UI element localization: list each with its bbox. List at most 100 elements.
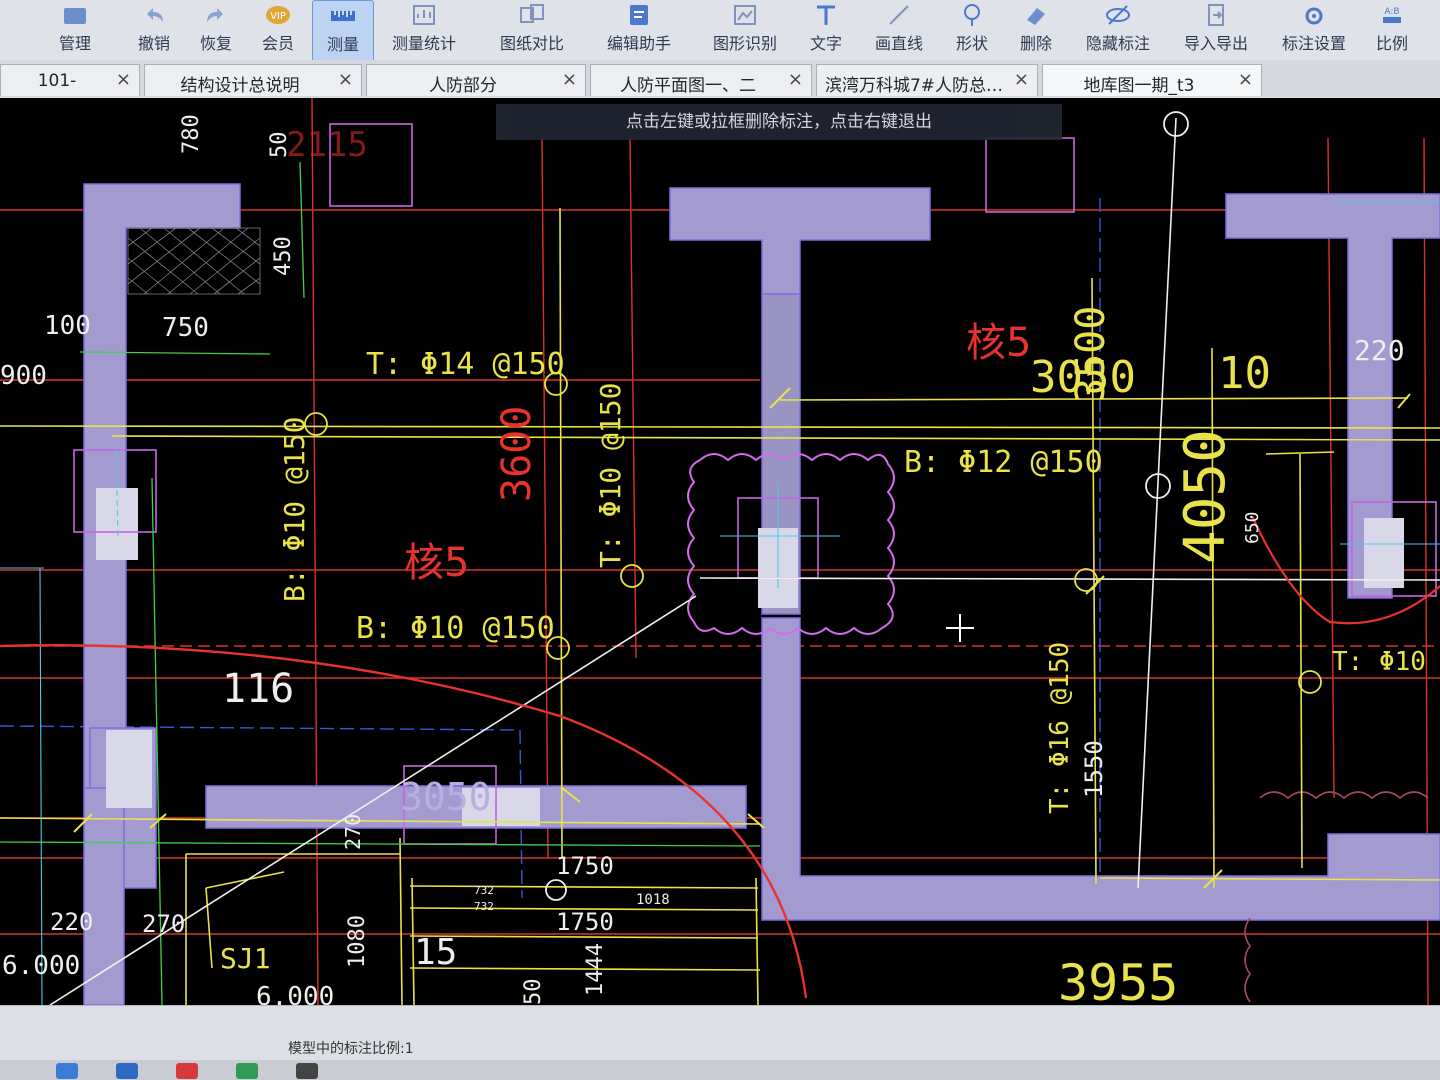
taskbar-app-icon[interactable] — [176, 1063, 198, 1079]
manage-label: 管理 — [58, 34, 91, 53]
rebar-label: T: Φ14 @150 — [366, 347, 565, 382]
vip-label: 会员 — [261, 34, 294, 53]
hide-annotation-label: 隐藏标注 — [1085, 34, 1150, 53]
import-export-label: 导入导出 — [1183, 34, 1248, 53]
edit-assistant-label: 编辑助手 — [606, 34, 671, 53]
dim-text: 270 — [341, 814, 365, 850]
dimension-labels: 780 50 450 100 750 900 116 3050 3050 175… — [0, 114, 1405, 1005]
dim-text: 1444 — [583, 943, 608, 996]
taskbar-app-icon[interactable] — [296, 1063, 318, 1079]
dim-text: 100 — [44, 311, 91, 341]
taskbar-app-icon[interactable] — [116, 1063, 138, 1079]
dim-text: 750 — [162, 313, 209, 343]
draw-line-icon — [889, 5, 909, 25]
drawing-compare-icon — [520, 4, 544, 23]
measure-icon — [331, 11, 355, 21]
dim-text: 1750 — [556, 852, 614, 880]
redo-button[interactable]: 恢复 — [188, 0, 244, 60]
dim-text: 450 — [271, 236, 296, 276]
import-export-button[interactable]: 导入导出 — [1176, 0, 1256, 60]
tab-label: 人防部分 — [429, 76, 497, 96]
hatch-pattern — [127, 227, 261, 295]
text-button[interactable]: 文字 — [800, 0, 852, 60]
tab-label: 结构设计总说明 — [180, 76, 300, 96]
shape-recognition-icon — [734, 5, 756, 25]
dim-text: 1080 — [345, 915, 370, 968]
text-label: 文字 — [809, 34, 842, 53]
tab-label: 滨湾万科城7#人防总… — [824, 76, 1004, 96]
redo-icon — [207, 8, 223, 22]
redo-label: 恢复 — [199, 34, 232, 53]
dim-text: 732 — [474, 884, 494, 897]
drawing-compare-button[interactable]: 图纸对比 — [490, 0, 574, 60]
close-icon[interactable]: × — [562, 69, 577, 90]
dim-text: 50 — [521, 979, 546, 1006]
taskbar — [0, 1060, 1440, 1080]
dim-text: 3050 — [400, 775, 492, 819]
scale-icon: A:B — [1383, 7, 1401, 23]
rebar-label: T: Φ10 @1 — [1332, 647, 1440, 677]
shape-button[interactable]: 形状 — [946, 0, 998, 60]
crosshair-cursor-icon — [946, 614, 974, 642]
close-icon[interactable]: × — [1238, 69, 1253, 90]
shape-icon — [964, 4, 980, 26]
draw-line-button[interactable]: 画直线 — [866, 0, 932, 60]
edit-assistant-button[interactable]: 编辑助手 — [598, 0, 680, 60]
tab-basement-phase1[interactable]: 地库图一期_t3 × — [1042, 64, 1262, 96]
shape-recognition-button[interactable]: 图形识别 — [704, 0, 786, 60]
tab-civil-defense-plan[interactable]: 人防平面图一、二 × — [590, 64, 812, 96]
tab-101[interactable]: 101- × — [0, 64, 140, 96]
annotation-settings-label: 标注设置 — [1281, 34, 1346, 53]
tab-structure-design-notes[interactable]: 结构设计总说明 × — [144, 64, 362, 96]
close-icon[interactable]: × — [788, 69, 803, 90]
annotation-settings-button[interactable]: 标注设置 — [1274, 0, 1354, 60]
manage-button[interactable]: 管理 — [40, 0, 110, 60]
close-icon[interactable]: × — [116, 69, 131, 90]
tab-label: 地库图一期_t3 — [1083, 76, 1195, 96]
measure-stats-button[interactable]: 测量统计 — [384, 0, 464, 60]
undo-button[interactable]: 撤销 — [126, 0, 182, 60]
dim-text: 116 — [222, 666, 294, 712]
dim-text: 15 — [414, 932, 457, 973]
delete-button[interactable]: 删除 — [1010, 0, 1062, 60]
tab-civil-defense[interactable]: 人防部分 × — [366, 64, 586, 96]
taskbar-app-icon[interactable] — [56, 1063, 78, 1079]
dim-text: 220 — [50, 908, 93, 936]
draw-line-label: 画直线 — [874, 34, 923, 53]
svg-text:A:B: A:B — [1384, 7, 1399, 17]
dim-text: 10 — [1218, 348, 1271, 399]
measure-label: 测量 — [326, 35, 359, 54]
rebar-label: B: Φ10 @150 — [356, 611, 555, 646]
dim-text: 3500 — [1068, 306, 1114, 402]
import-export-icon — [1208, 4, 1224, 26]
dim-text: 780 — [179, 114, 204, 154]
document-tabs: 101- × 结构设计总说明 × 人防部分 × 人防平面图一、二 × 滨湾万科城… — [0, 60, 1440, 98]
core-label: 核5 — [966, 320, 1031, 366]
hide-annotation-button[interactable]: 隐藏标注 — [1078, 0, 1158, 60]
close-icon[interactable]: × — [338, 69, 353, 90]
core-label: 核5 — [404, 540, 469, 586]
annotation-settings-icon — [1305, 7, 1323, 25]
scale-button[interactable]: A:B 比例 — [1366, 0, 1418, 60]
cad-drawing: T: Φ14 @150 B: Φ10 @150 B: Φ12 @150 T: Φ… — [0, 98, 1440, 1005]
rebar-label-vertical: T: Φ10 @150 — [594, 383, 627, 568]
close-icon[interactable]: × — [1014, 69, 1029, 90]
dim-text: 50 — [267, 132, 292, 159]
drawing-canvas[interactable]: T: Φ14 @150 B: Φ10 @150 B: Φ12 @150 T: Φ… — [0, 98, 1440, 1005]
scale-label: 比例 — [1375, 34, 1408, 53]
dim-text: 1018 — [636, 892, 670, 908]
tab-binwan-vanke[interactable]: 滨湾万科城7#人防总… × — [816, 64, 1038, 96]
rebar-label: B: Φ12 @150 — [904, 445, 1103, 480]
tool-hint: 点击左键或拉框删除标注，点击右键退出 — [496, 104, 1062, 140]
text-icon — [817, 5, 835, 25]
svg-text:VIP: VIP — [270, 11, 286, 22]
taskbar-app-icon[interactable] — [236, 1063, 258, 1079]
rebar-label-vertical: T: Φ16 @150 — [1045, 642, 1075, 814]
vip-button[interactable]: VIP 会员 — [250, 0, 306, 60]
vip-icon: VIP — [266, 6, 290, 24]
undo-label: 撤销 — [137, 34, 170, 53]
measure-stats-label: 测量统计 — [391, 34, 456, 53]
shape-label: 形状 — [955, 34, 988, 53]
drawing-compare-label: 图纸对比 — [499, 34, 564, 53]
measure-button[interactable]: 测量 — [312, 0, 374, 62]
